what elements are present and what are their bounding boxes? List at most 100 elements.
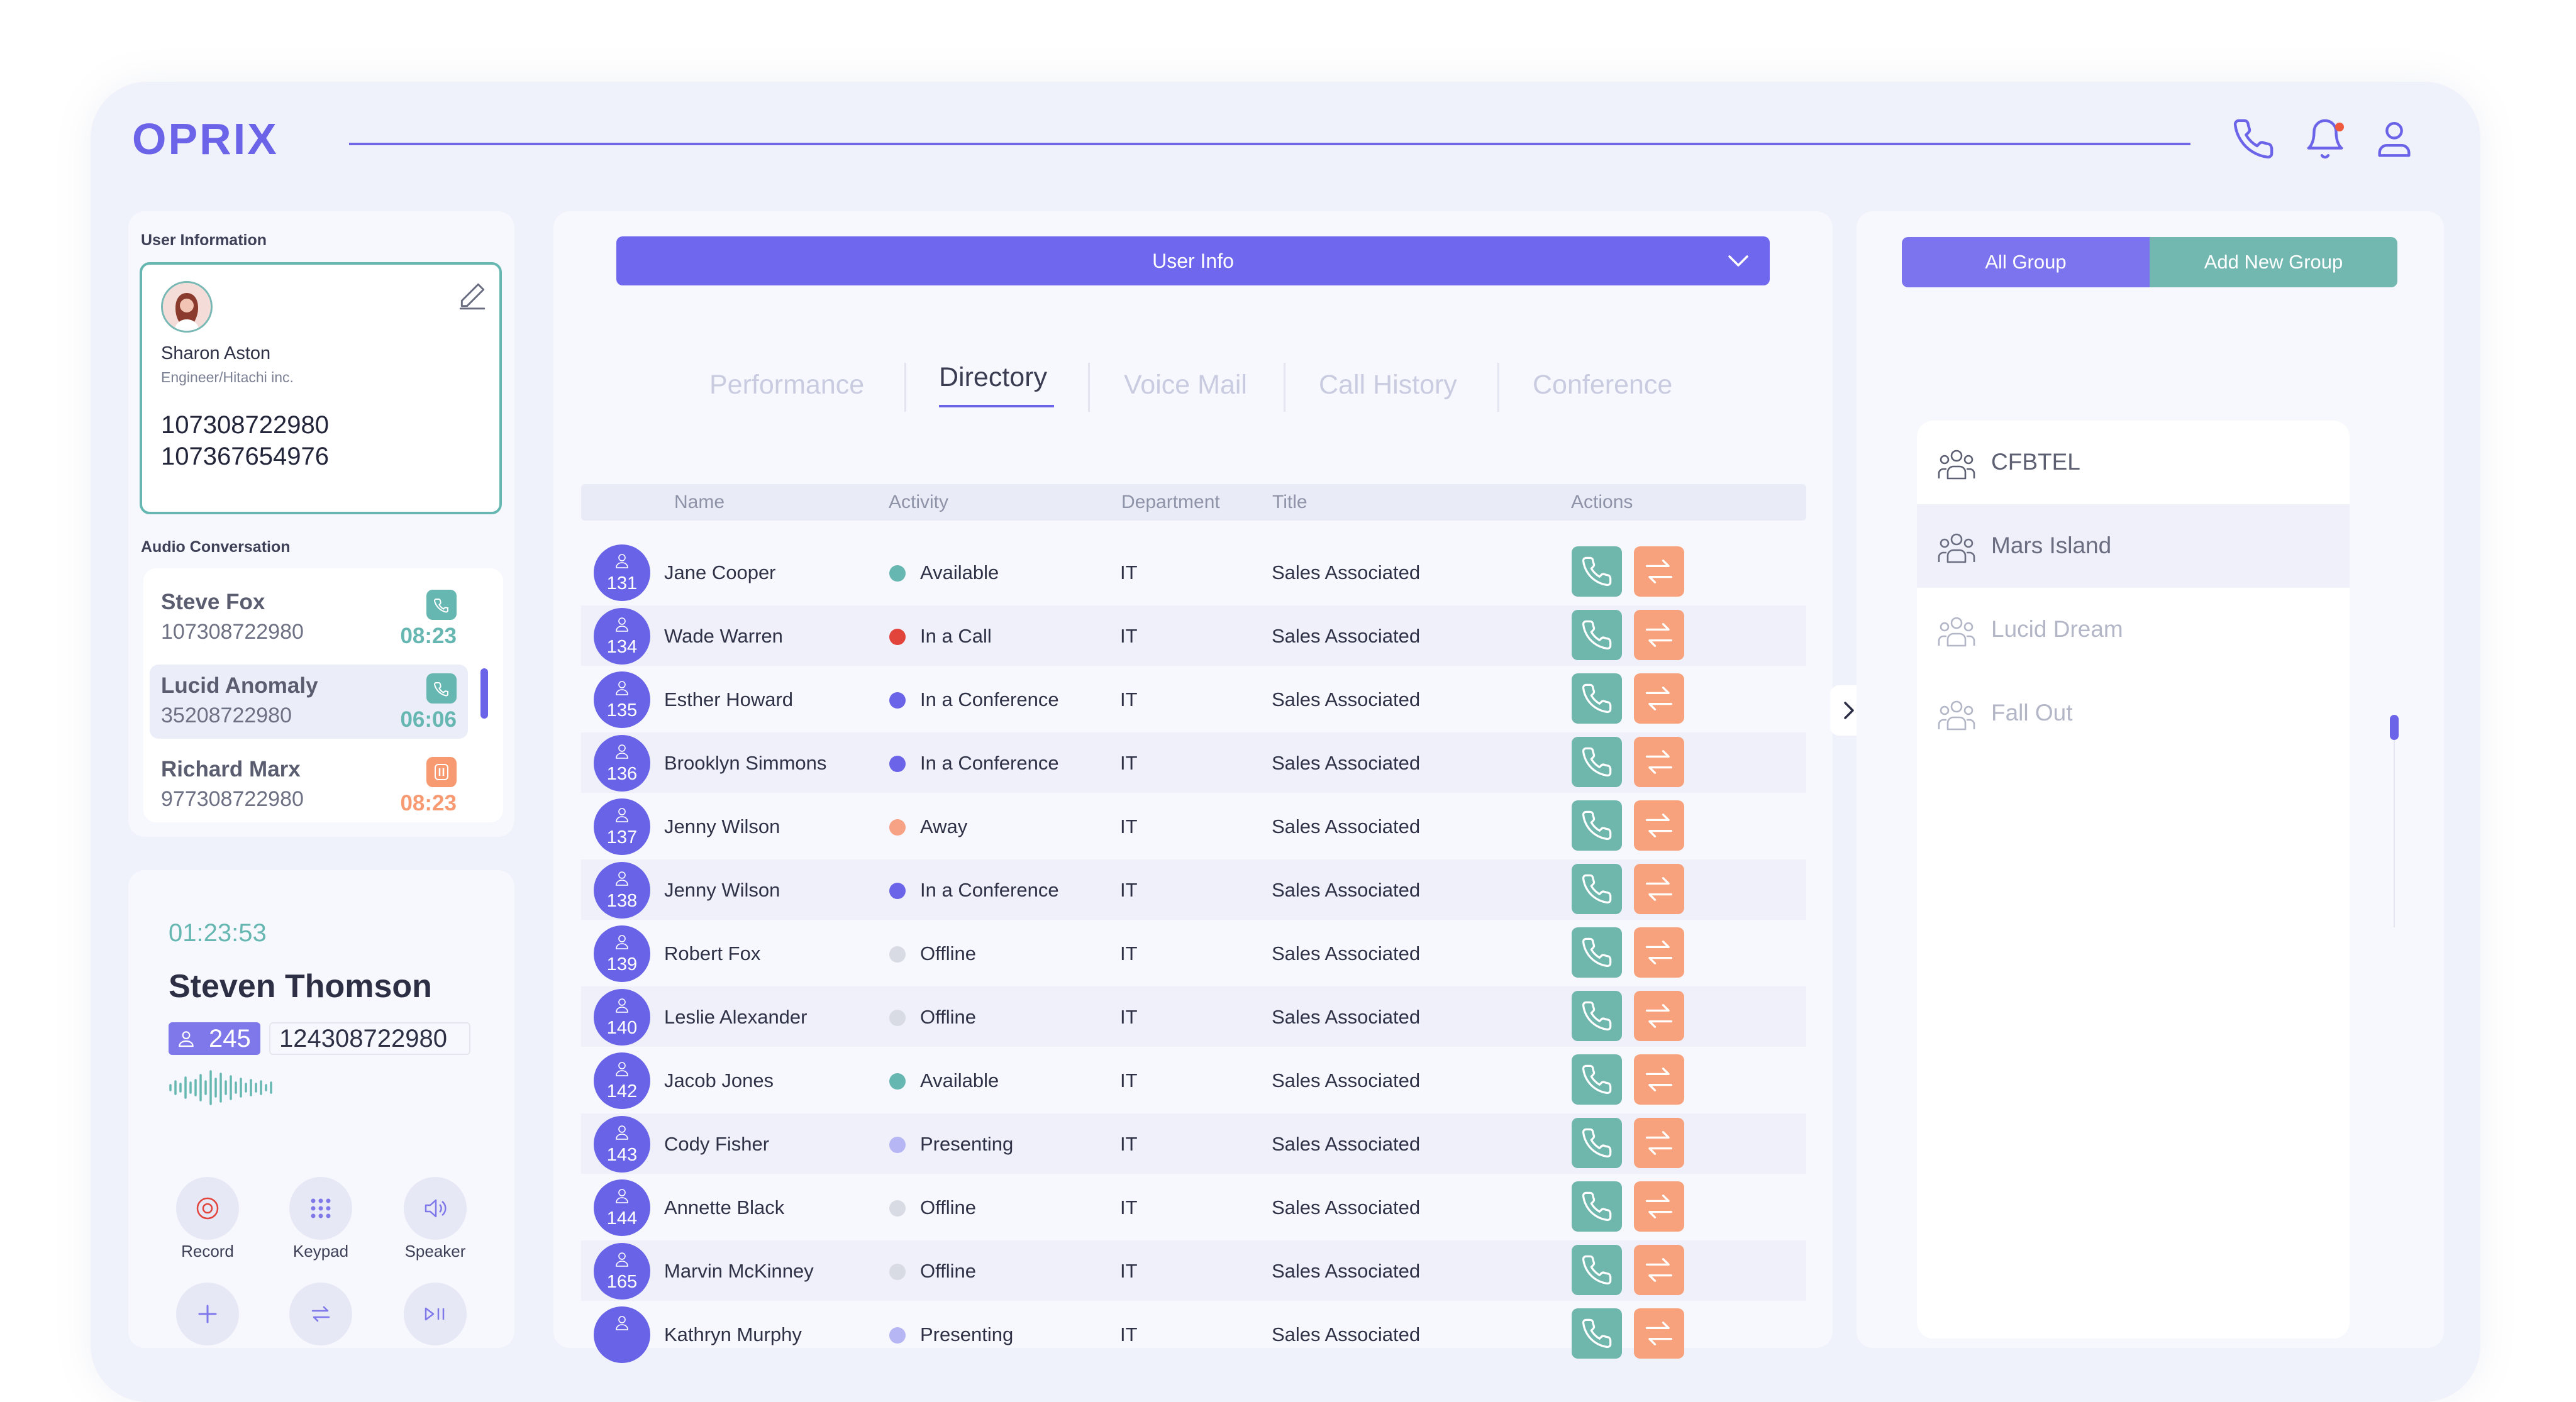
table-row[interactable]: 139 Robert Fox Offline IT Sales Associated <box>581 923 1806 983</box>
table-row[interactable]: 136 Brooklyn Simmons In a Conference IT Sale… <box>581 732 1806 793</box>
transfer-button[interactable] <box>1634 610 1684 660</box>
transfer-button[interactable] <box>1634 864 1684 914</box>
transfer-button[interactable] <box>1634 673 1684 724</box>
transfer-button[interactable] <box>289 1283 352 1345</box>
activity-label: In a Call <box>920 625 992 647</box>
job-title: Sales Associated <box>1272 752 1421 774</box>
column-header-department[interactable]: Department <box>1121 492 1220 513</box>
table-row[interactable]: Kathryn Murphy Presenting IT Sales Associat… <box>581 1304 1806 1364</box>
logo: OPRIX <box>132 114 279 163</box>
tab-performance[interactable]: Performance <box>709 370 864 400</box>
table-row[interactable]: 134 Wade Warren In a Call IT Sales Associate… <box>581 605 1806 666</box>
audio-conversation-title: Audio Conversation <box>141 538 291 556</box>
activity-status-dot <box>889 883 906 899</box>
conversation-scrollbar[interactable] <box>480 668 488 719</box>
speaker-button[interactable] <box>404 1177 467 1240</box>
column-header-actions[interactable]: Actions <box>1571 492 1633 513</box>
contact-name: Annette Black <box>664 1196 785 1218</box>
contact-name: Wade Warren <box>664 625 783 647</box>
edit-icon[interactable] <box>457 280 488 311</box>
transfer-button[interactable] <box>1634 737 1684 787</box>
department: IT <box>1120 1006 1138 1028</box>
tab-directory[interactable]: Directory <box>939 362 1047 393</box>
group-item[interactable]: Mars Island <box>1917 504 2350 588</box>
department: IT <box>1120 1196 1138 1218</box>
call-button[interactable] <box>1572 610 1622 660</box>
activity-status-dot <box>889 1137 906 1153</box>
play-pause-button[interactable] <box>404 1283 467 1345</box>
call-button[interactable] <box>1572 1054 1622 1105</box>
user-info-title: User Information <box>141 231 267 249</box>
table-row[interactable]: 142 Jacob Jones Available IT Sales Associate… <box>581 1050 1806 1110</box>
column-header-activity[interactable]: Activity <box>889 492 948 513</box>
table-row[interactable]: 138 Jenny Wilson In a Conference IT Sales As… <box>581 859 1806 920</box>
table-row[interactable]: 165 Marvin McKinney Offline IT Sales Associa… <box>581 1240 1806 1301</box>
add-call-button[interactable] <box>176 1283 239 1345</box>
group-scrollbar[interactable] <box>2390 715 2399 740</box>
transfer-button[interactable] <box>1634 546 1684 597</box>
conversation-item[interactable]: Richard Marx 977308722980 08:23 <box>150 748 468 816</box>
phone-icon[interactable] <box>2231 117 2275 161</box>
activity-label: In a Conference <box>920 688 1059 710</box>
table-row[interactable]: 131 Jane Cooper Available IT Sales Associate… <box>581 542 1806 602</box>
group-item[interactable]: Fall Out <box>1917 671 2350 755</box>
transfer-button[interactable] <box>1634 1308 1684 1359</box>
table-row[interactable]: 144 Annette Black Offline IT Sales Associate… <box>581 1177 1806 1237</box>
transfer-button[interactable] <box>1634 927 1684 978</box>
call-timer: 01:23:53 <box>169 919 267 947</box>
group-item[interactable]: CFBTEL <box>1917 421 2350 504</box>
call-button[interactable] <box>1572 927 1622 978</box>
person-icon <box>614 1124 630 1140</box>
table-row[interactable]: 143 Cody Fisher Presenting IT Sales Associat… <box>581 1113 1806 1174</box>
keypad-button[interactable] <box>289 1177 352 1240</box>
table-row[interactable]: 140 Leslie Alexander Offline IT Sales Associ… <box>581 986 1806 1047</box>
tab-call-history[interactable]: Call History <box>1319 370 1457 400</box>
transfer-button[interactable] <box>1634 800 1684 851</box>
user-info-dropdown-label: User Info <box>1152 250 1234 272</box>
call-button[interactable] <box>1572 1181 1622 1232</box>
call-button[interactable] <box>1572 1245 1622 1295</box>
conversation-item[interactable]: Steve Fox 107308722980 08:23 <box>150 581 468 655</box>
user-info-dropdown[interactable]: User Info <box>616 236 1770 285</box>
group-item[interactable]: Lucid Dream <box>1917 588 2350 671</box>
speaker-icon <box>422 1195 448 1222</box>
call-button[interactable] <box>1572 800 1622 851</box>
transfer-button[interactable] <box>1634 1118 1684 1168</box>
job-title: Sales Associated <box>1272 1323 1421 1345</box>
record-button[interactable] <box>176 1177 239 1240</box>
call-button[interactable] <box>1572 737 1622 787</box>
user-icon[interactable] <box>2372 117 2416 161</box>
transfer-button[interactable] <box>1634 1181 1684 1232</box>
tab-separator <box>904 363 906 412</box>
table-row[interactable]: 135 Esther Howard In a Conference IT Sales A… <box>581 669 1806 729</box>
add-new-group-button[interactable]: Add New Group <box>2150 237 2397 287</box>
person-icon <box>614 934 630 950</box>
extension-badge: 136 <box>594 735 650 792</box>
call-button[interactable] <box>1572 1118 1622 1168</box>
group-icon <box>1937 531 1976 563</box>
call-button[interactable] <box>1572 1308 1622 1359</box>
department: IT <box>1120 1323 1138 1345</box>
transfer-button[interactable] <box>1634 1054 1684 1105</box>
extension-number: 139 <box>606 954 638 974</box>
table-row[interactable]: 137 Jenny Wilson Away IT Sales Associated <box>581 796 1806 856</box>
tab-conference[interactable]: Conference <box>1533 370 1672 400</box>
column-header-title[interactable]: Title <box>1272 492 1307 513</box>
transfer-button[interactable] <box>1634 991 1684 1041</box>
extension-number: 143 <box>606 1145 638 1165</box>
call-button[interactable] <box>1572 546 1622 597</box>
tab-voice-mail[interactable]: Voice Mail <box>1124 370 1247 400</box>
conversation-item[interactable]: Lucid Anomaly 35208722980 06:06 <box>150 665 468 739</box>
activity-status-dot <box>889 565 906 582</box>
job-title: Sales Associated <box>1272 1196 1421 1218</box>
transfer-button[interactable] <box>1634 1245 1684 1295</box>
call-button[interactable] <box>1572 864 1622 914</box>
all-group-button[interactable]: All Group <box>1902 237 2150 287</box>
call-button[interactable] <box>1572 991 1622 1041</box>
extension-number: 140 <box>606 1018 638 1038</box>
extension-badge: 135 <box>594 671 650 728</box>
conversation-name: Richard Marx <box>161 757 301 781</box>
column-header-name[interactable]: Name <box>674 492 724 513</box>
call-button[interactable] <box>1572 673 1622 724</box>
group-icon <box>1937 447 1976 480</box>
